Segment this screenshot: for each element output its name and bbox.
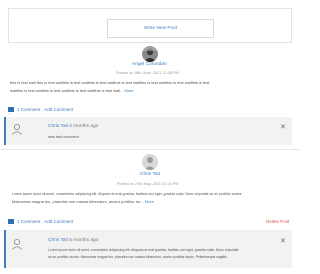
post-body-line: Lorem ipsum dolor sit amet, consectetur … <box>12 192 243 196</box>
more-link[interactable]: More <box>125 88 134 93</box>
post-divider <box>0 149 300 150</box>
comment-author-name[interactable]: Chris Tait <box>48 238 68 243</box>
add-comment-link[interactable]: Add Comment <box>44 219 73 224</box>
write-post-panel: Write New Post <box>8 8 292 43</box>
comment-text: Lorem ipsum dolor sit amet, consectetur … <box>48 247 288 261</box>
write-new-post-button[interactable]: Write New Post <box>107 19 214 38</box>
close-icon[interactable]: ✕ <box>280 124 286 131</box>
user-avatar-icon[interactable] <box>142 154 158 170</box>
add-comment-link[interactable]: Add Comment <box>44 107 73 112</box>
post-actions: 1 Comment Add Comment <box>8 107 73 114</box>
comment-author: Chris Tait 5 months ago <box>48 238 98 243</box>
comment-card: Chris Tait 5 months ago Lorem ipsum dolo… <box>4 230 292 268</box>
comment-time: 4 months ago <box>69 124 99 129</box>
post-timestamp: Posted on 27th May, 2021 02:24 PM <box>117 182 179 186</box>
author-avatar-photo[interactable] <box>142 46 158 62</box>
comment-card: Chris Tait 4 months ago new test comment… <box>4 117 292 145</box>
comment-author-name[interactable]: Chris Tait <box>48 124 68 129</box>
comment-text-line: ac ex porttitor auctor. Maecenas magna l… <box>48 255 227 259</box>
post-timestamp: Posted on 18th June, 2021 12:35 PM <box>116 71 179 75</box>
post-actions: 1 Comment Add Comment <box>8 219 73 226</box>
comments-count-link[interactable]: 1 Comment <box>17 219 40 224</box>
post-author-name[interactable]: Angel Corondan <box>132 62 167 67</box>
comment-text: new test comment <box>48 135 79 139</box>
post-body: Lorem ipsum dolor sit amet, consectetur … <box>12 190 297 207</box>
close-icon[interactable]: ✕ <box>280 238 286 245</box>
user-avatar-icon <box>10 237 24 251</box>
comments-count-link[interactable]: 1 Comment <box>17 107 40 112</box>
post-body-line: this is test wall this is test wallthis … <box>10 80 210 85</box>
comment-icon <box>8 107 14 114</box>
comment-text-line: Lorem ipsum dolor sit amet, consectetur … <box>48 248 239 252</box>
delete-post-link[interactable]: Delete Post <box>266 219 289 224</box>
post-body-line: wallthis is test wallthis is test wallth… <box>10 88 134 94</box>
more-link[interactable]: More <box>145 199 154 204</box>
comment-icon <box>8 219 14 226</box>
user-avatar-icon <box>10 122 24 136</box>
comment-time: 5 months ago <box>69 238 99 243</box>
post-author-name[interactable]: Chris Tait <box>140 172 160 177</box>
post-body: this is test wall this is test wallthis … <box>10 79 295 96</box>
comment-author: Chris Tait 4 months ago <box>48 124 98 129</box>
post-body-line: Maecenas magna leo, pharetra non massa b… <box>12 199 154 205</box>
